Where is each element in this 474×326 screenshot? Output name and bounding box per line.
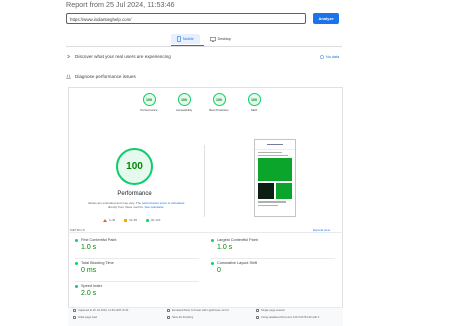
gauge-best-practices[interactable]: 100 Best Practices bbox=[209, 93, 229, 112]
metric-cls-value: 0 bbox=[217, 267, 221, 274]
metric-speed-index-name: Speed Index bbox=[81, 284, 103, 288]
legend-average: 50–89 bbox=[124, 218, 137, 222]
report-title: Report from 25 Jul 2024, 11:53:46 bbox=[66, 0, 175, 9]
metric-fcp: First Contentful Paint 1.0 s bbox=[75, 238, 195, 251]
footer-emulated: Emulated Moto G Power with Lighthouse 12… bbox=[167, 309, 229, 312]
footer-emulated-text: Emulated Moto G Power with Lighthouse 12… bbox=[172, 309, 229, 312]
metric-lcp-value: 1.0 s bbox=[217, 244, 233, 251]
legend-average-range: 50–89 bbox=[129, 218, 138, 222]
thumbnail-line bbox=[258, 155, 288, 157]
thumbnail-line bbox=[258, 152, 282, 154]
gauge-best-practices-score: 100 bbox=[212, 93, 226, 106]
person-icon bbox=[256, 309, 259, 312]
desktop-icon bbox=[209, 36, 216, 42]
pass-dot-icon bbox=[211, 261, 214, 265]
triangle-icon bbox=[103, 218, 107, 222]
field-data-row[interactable]: Discover what your real users are experi… bbox=[66, 54, 171, 59]
circle-icon bbox=[146, 218, 150, 222]
footer-browser: Using HeadlessChromium 126.0.6478.126 wi… bbox=[256, 316, 319, 319]
calculator-link[interactable]: See calculator. bbox=[145, 205, 165, 209]
thumbnail-line bbox=[258, 201, 286, 203]
metric-fcp-value: 1.0 s bbox=[81, 244, 97, 251]
metric-tbt: Total Blocking Time 0 ms bbox=[75, 261, 195, 274]
tab-desktop-label: Desktop bbox=[217, 37, 231, 41]
device-tabs: Mobile Desktop bbox=[171, 34, 237, 44]
tab-mobile-label: Mobile bbox=[183, 37, 194, 41]
metric-divider bbox=[75, 258, 199, 259]
gauge-seo[interactable]: 100 SEO bbox=[245, 93, 263, 112]
footer-initial-load-text: Initial page load bbox=[78, 316, 97, 319]
chevron-right-icon bbox=[67, 54, 70, 59]
thumbnail-line bbox=[258, 204, 278, 206]
metrics-divider bbox=[68, 232, 343, 233]
category-gauges: 100 Performance 100 Accessibility 100 Be… bbox=[140, 93, 263, 112]
gauge-performance-label: Performance bbox=[140, 108, 158, 112]
analyze-button[interactable]: Analyze bbox=[313, 13, 339, 24]
metric-divider bbox=[75, 281, 199, 282]
footer-throttling-text: Slow 4G throttling bbox=[172, 316, 194, 319]
chrome-icon bbox=[256, 316, 259, 319]
gauge-seo-label: SEO bbox=[250, 108, 258, 112]
metric-lcp-name: Largest Contentful Paint bbox=[217, 238, 258, 242]
thumbnail-block-row bbox=[258, 183, 292, 200]
legend-fail: 0–49 bbox=[103, 218, 115, 222]
footer-initial-load: Initial page load bbox=[73, 316, 97, 319]
url-input[interactable]: https://www.indiantieghelp.com/ bbox=[66, 13, 306, 24]
tab-mobile[interactable]: Mobile bbox=[171, 34, 200, 44]
pass-dot-icon bbox=[75, 261, 78, 265]
field-data-title: Discover what your real users are experi… bbox=[75, 54, 171, 59]
no-data-status: No data bbox=[320, 55, 339, 59]
diagnose-row: Diagnose performance issues bbox=[66, 74, 136, 79]
gauge-accessibility-label: Accessibility bbox=[175, 108, 193, 112]
pass-dot-icon bbox=[75, 284, 78, 288]
thumbnail-header bbox=[255, 140, 295, 150]
gauge-best-practices-label: Best Practices bbox=[209, 108, 229, 112]
metric-speed-index: Speed Index 2.0 s bbox=[75, 284, 195, 297]
performance-score-gauge: 100 bbox=[116, 148, 153, 185]
thumbnail-block bbox=[258, 158, 292, 182]
metric-divider bbox=[211, 258, 335, 259]
gauge-separator bbox=[204, 145, 205, 217]
metric-tbt-name: Total Blocking Time bbox=[81, 261, 114, 265]
metric-cls: Cumulative Layout Shift 0 bbox=[211, 261, 331, 274]
footer-session: Single page session bbox=[256, 309, 285, 312]
gauge-accessibility-score: 100 bbox=[177, 93, 191, 106]
legend-pass-range: 90–100 bbox=[151, 218, 161, 222]
metric-lcp: Largest Contentful Paint 1.0 s bbox=[211, 238, 331, 251]
footer-captured: Captured at 25 Jul 2024, 11:53 GMT+5:30 bbox=[73, 309, 128, 312]
metric-tbt-value: 0 ms bbox=[81, 267, 97, 274]
footer-captured-text: Captured at 25 Jul 2024, 11:53 GMT+5:30 bbox=[78, 309, 129, 312]
tabs-divider bbox=[66, 46, 342, 47]
square-icon bbox=[124, 218, 128, 222]
legend-pass: 90–100 bbox=[146, 218, 160, 222]
pass-dot-icon bbox=[211, 238, 214, 242]
metric-speed-index-value: 2.0 s bbox=[81, 290, 97, 297]
calendar-icon bbox=[73, 309, 76, 312]
lab-flask-icon bbox=[66, 74, 71, 79]
info-icon bbox=[320, 55, 324, 59]
score-legend: 0–49 50–89 90–100 bbox=[103, 218, 160, 222]
note-text-mid: directly from these metrics. bbox=[107, 205, 144, 210]
legend-fail-range: 0–49 bbox=[109, 218, 116, 222]
metric-cls-name: Cumulative Layout Shift bbox=[217, 261, 258, 265]
tab-desktop[interactable]: Desktop bbox=[204, 34, 237, 44]
gauge-accessibility[interactable]: 100 Accessibility bbox=[175, 93, 193, 112]
mobile-icon bbox=[177, 36, 181, 42]
diagnose-title: Diagnose performance issues bbox=[75, 74, 136, 79]
device-icon bbox=[167, 309, 170, 312]
performance-title: Performance bbox=[117, 191, 152, 197]
footer-browser-text: Using HeadlessChromium 126.0.6478.126 wi… bbox=[261, 316, 320, 319]
page-screenshot-thumbnail[interactable] bbox=[254, 139, 296, 217]
network-icon bbox=[167, 316, 170, 319]
metric-fcp-name: First Contentful Paint bbox=[81, 238, 117, 242]
timer-icon bbox=[73, 316, 76, 319]
gauge-performance-score: 100 bbox=[142, 93, 156, 106]
gauge-seo-score: 100 bbox=[247, 93, 261, 106]
score-note: Values are estimated and may vary. The p… bbox=[86, 201, 186, 209]
no-data-label: No data bbox=[326, 55, 340, 59]
footer-session-text: Single page session bbox=[261, 309, 286, 312]
pass-dot-icon bbox=[75, 238, 78, 242]
footer-throttling: Slow 4G throttling bbox=[167, 316, 193, 319]
gauge-performance[interactable]: 100 Performance bbox=[140, 93, 158, 112]
